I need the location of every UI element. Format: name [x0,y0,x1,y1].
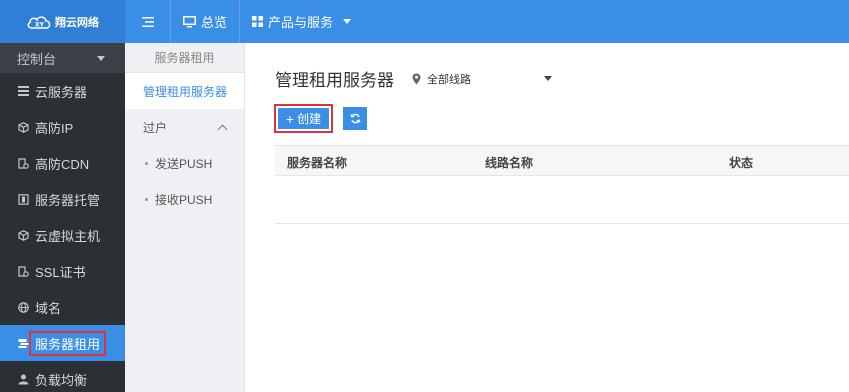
hosting-icon [17,193,29,205]
chevron-down-icon [343,19,352,24]
column-header-line-name: 线路名称 [485,156,534,170]
hamburger-icon [141,16,154,27]
rent-icon [17,337,29,349]
globe-icon [17,301,29,313]
sidebar-item-label: 服务器租用 [29,330,107,356]
main-content: 管理租用服务器 全部线路 + 创建 服务器名称 线路名称 状态 [245,43,849,392]
refresh-icon [349,113,361,124]
top-header: XY 翔云网络 总览 产品与服务 [0,0,849,43]
cube-icon [17,121,29,133]
page-title: 管理租用服务器 [275,71,394,90]
sidebar-item-label: SSL证书 [35,264,86,280]
svg-text:XY: XY [35,21,45,28]
console-dropdown[interactable]: 控制台 [0,43,125,73]
subnav-group-label: 过户 [143,120,168,135]
main-sidebar: 控制台 云服务器 高防IP 高防CDN 服务器托管 云虚拟主机 SSL证书 域名… [0,43,125,392]
create-label: 创建 [297,112,322,126]
logo-text: 翔云网络 [55,16,99,29]
sidebar-item-ssl-cert[interactable]: SSL证书 [0,253,125,289]
products-services-menu[interactable]: 产品与服务 [240,0,363,43]
sidebar-item-cloud-server[interactable]: 云服务器 [0,73,125,109]
sidebar-item-label: 云服务器 [35,84,88,100]
table-body [275,176,849,224]
cube-icon [17,229,29,241]
doc-settings-icon [17,157,29,169]
sidebar-item-ddos-cdn[interactable]: 高防CDN [0,145,125,181]
subnav-item-receive-push[interactable]: 接收PUSH [125,181,244,217]
subnav-item-manage-rental[interactable]: 管理租用服务器 [125,73,244,109]
subnav-item-send-push[interactable]: 发送PUSH [125,145,244,181]
overview-button[interactable]: 总览 [171,0,241,43]
doc-settings-icon [17,265,29,277]
server-table: 服务器名称 线路名称 状态 [275,145,849,224]
sidebar-item-label: 域名 [35,300,62,316]
sidebar-item-ddos-ip[interactable]: 高防IP [0,109,125,145]
bullet-icon [145,161,148,165]
sidebar-item-server-hosting[interactable]: 服务器托管 [0,181,125,217]
sidebar-item-label: 高防CDN [35,156,90,172]
title-row: 管理租用服务器 全部线路 [275,66,552,91]
create-button-highlight: + 创建 [274,104,333,133]
sidebar-item-label: 负载均衡 [35,372,88,388]
subnav-group-transfer[interactable]: 过户 [125,109,244,145]
products-services-label: 产品与服务 [268,15,334,30]
table-header: 服务器名称 线路名称 状态 [275,145,849,176]
user-icon [17,373,29,385]
bullet-icon [145,197,148,201]
subnav-header: 服务器租用 [125,43,244,73]
chevron-up-icon [217,124,228,134]
overview-label: 总览 [201,15,228,30]
sidebar-item-label: 服务器托管 [35,192,101,208]
sidebar-item-server-rental[interactable]: 服务器租用 [0,325,125,361]
server-list-icon [17,85,29,97]
sidebar-item-label: 高防IP [35,120,74,136]
sidebar-item-label: 云虚拟主机 [35,228,101,244]
grid-icon [252,16,264,27]
location-pin-icon [412,73,421,85]
console-label: 控制台 [17,51,57,67]
subnav-sub-label: 发送PUSH [155,156,213,171]
line-select[interactable]: 全部线路 [412,71,552,87]
chevron-down-icon [97,55,105,61]
plus-icon: + [285,110,295,127]
menu-toggle-button[interactable] [125,0,171,43]
refresh-button[interactable] [343,107,367,130]
create-button[interactable]: + 创建 [278,108,329,129]
sub-navigation: 服务器租用 管理租用服务器 过户 发送PUSH 接收PUSH [125,43,245,392]
column-header-status: 状态 [729,156,754,170]
chevron-down-icon [544,76,552,81]
cloud-logo-icon: XY [27,15,51,29]
sidebar-item-domain[interactable]: 域名 [0,289,125,325]
column-header-server-name: 服务器名称 [287,156,348,170]
monitor-icon [183,15,196,28]
subnav-sub-label: 接收PUSH [155,192,213,207]
line-select-value: 全部线路 [427,73,471,86]
logo[interactable]: XY 翔云网络 [0,0,125,43]
sidebar-item-virtual-host[interactable]: 云虚拟主机 [0,217,125,253]
sidebar-item-load-balance[interactable]: 负载均衡 [0,361,125,392]
